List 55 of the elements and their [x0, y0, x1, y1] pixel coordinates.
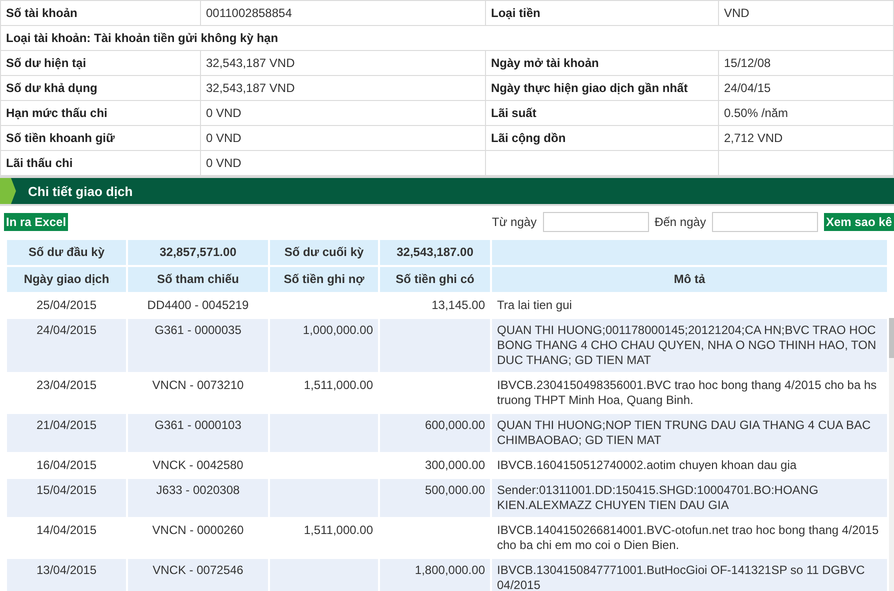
- info-label: Loại tiền: [486, 0, 718, 26]
- table-cell: J633 - 0020308: [127, 478, 269, 518]
- table-cell: VNCK - 0072546: [127, 558, 269, 591]
- info-label: Số tiền khoanh giữ: [0, 126, 200, 150]
- table-cell: G361 - 0000035: [127, 318, 269, 373]
- column-header: Ngày giao dịch: [6, 266, 127, 293]
- info-label: Lãi cộng dồn: [486, 126, 718, 150]
- chevron-icon: [0, 178, 16, 204]
- info-value: 32,543,187 VND: [200, 50, 486, 76]
- table-cell: G361 - 0000103: [127, 413, 269, 453]
- table-cell: IBVCB.1304150847771001.ButHocGioi OF-141321SP so 11 DGBVC 04/2015: [491, 558, 888, 591]
- info-label: Lãi suất: [486, 100, 718, 126]
- scrollbar[interactable]: [889, 318, 894, 591]
- info-label: Ngày mở tài khoản: [486, 50, 718, 76]
- info-value: 2,712 VND: [718, 126, 894, 150]
- view-statement-button[interactable]: Xem sao kê: [824, 213, 894, 231]
- info-label: Số dư khả dụng: [0, 76, 200, 100]
- to-date-field[interactable]: [712, 212, 818, 232]
- info-value: 0 VND: [200, 100, 486, 126]
- table-cell: QUAN THI HUONG;NOP TIEN TRUNG DAU GIA THANG 4 CUA BAC CHIMBAOBAO; GD TIEN MAT: [491, 413, 888, 453]
- table-cell: 500,000.00: [379, 478, 491, 518]
- table-cell: 15/04/2015: [6, 478, 127, 518]
- export-excel-button[interactable]: In ra Excel: [4, 213, 68, 231]
- column-header: Mô tả: [491, 266, 888, 293]
- column-header: Số tham chiếu: [127, 266, 269, 293]
- info-value: 0011002858854: [200, 0, 486, 26]
- section-title: Chi tiết giao dịch: [28, 184, 133, 198]
- summary-label: Số dư đầu kỳ: [6, 239, 127, 266]
- summary-value: 32,543,187.00: [379, 239, 491, 266]
- info-value: 15/12/08: [718, 50, 894, 76]
- info-value: 24/04/15: [718, 76, 894, 100]
- account-type-label: Loại tài khoản: Tài khoản tiền gửi không kỳ hạn: [0, 26, 894, 50]
- table-cell: 600,000.00: [379, 413, 491, 453]
- from-date-label: Từ ngày: [492, 215, 537, 229]
- info-value: 0 VND: [200, 126, 486, 150]
- table-cell: 24/04/2015: [6, 318, 127, 373]
- column-header: Số tiền ghi nợ: [269, 266, 379, 293]
- table-cell: 1,800,000.00: [379, 558, 491, 591]
- table-cell: 1,000,000.00: [269, 318, 379, 373]
- info-label: Số dư hiện tại: [0, 50, 200, 76]
- table-cell: 13/04/2015: [6, 558, 127, 591]
- summary-value: 32,857,571.00: [127, 239, 269, 266]
- to-date-label: Đến ngày: [654, 215, 706, 229]
- info-label: Số tài khoản: [0, 0, 200, 26]
- summary-label: Số dư cuối kỳ: [269, 239, 379, 266]
- info-label: Ngày thực hiện giao dịch gần nhất: [486, 76, 718, 100]
- info-value: 32,543,187 VND: [200, 76, 486, 100]
- column-header: Số tiền ghi có: [379, 266, 491, 293]
- table-cell: QUAN THI HUONG;001178000145;20121204;CA HN;BVC TRAO HOC BONG THANG 4 CHO CHAU QUYEN, NHA O NGO THINH HAO, TON DUC THANG; GD TIEN MAT: [491, 318, 888, 373]
- info-value: VND: [718, 0, 894, 26]
- table-cell: 21/04/2015: [6, 413, 127, 453]
- from-date-field[interactable]: [542, 212, 649, 232]
- table-cell: Sender:01311001.DD:150415.SHGD:10004701.BO:HOANG KIEN.ALEXMAZZ CHUYEN TIEN DAU GIA: [491, 478, 888, 518]
- info-value: 0.50% /năm: [718, 100, 894, 126]
- info-label: Hạn mức thấu chi: [0, 100, 200, 126]
